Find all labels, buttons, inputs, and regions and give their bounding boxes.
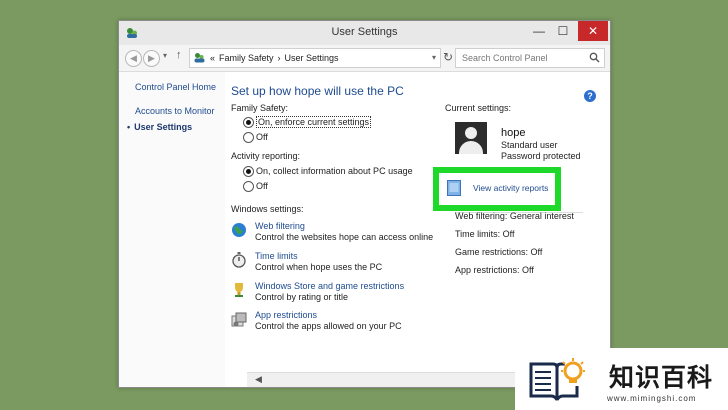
refresh-icon[interactable]: ↻ (443, 50, 453, 64)
up-arrow-icon[interactable]: ↑ (176, 49, 182, 61)
app-icon (231, 312, 247, 327)
watermark-logo: 知识百科 www.mimingshi.com (515, 348, 728, 410)
search-input[interactable]: Search Control Panel (462, 49, 548, 67)
activity-report-icon (447, 180, 461, 196)
activity-reporting-off-radio[interactable] (243, 181, 254, 192)
scroll-left-icon[interactable]: ◀ (255, 374, 262, 385)
family-safety-off-label[interactable]: Off (256, 132, 268, 142)
user-password-status: Password protected (501, 151, 581, 161)
address-bar[interactable]: «Family Safety › User Settings ▾ (189, 48, 441, 68)
nav-control-panel-home[interactable]: Control Panel Home (135, 82, 216, 92)
title-bar[interactable]: User Settings — ☐ ✕ (119, 21, 610, 46)
control-panel-icon (194, 53, 205, 63)
breadcrumb-separator[interactable]: › (278, 53, 281, 63)
windows-store-game-restrictions-desc: Control by rating or title (255, 292, 349, 302)
content-area: Control Panel Home Accounts to Monitor U… (119, 72, 610, 387)
family-safety-off-radio[interactable] (243, 132, 254, 143)
activity-reporting-on-label[interactable]: On, collect information about PC usage (256, 166, 413, 176)
help-icon[interactable]: ? (584, 90, 596, 102)
current-settings-label: Current settings: (445, 103, 512, 113)
game-restrictions-status: Game restrictions: Off (455, 247, 543, 257)
maximize-button[interactable]: ☐ (552, 21, 574, 41)
recent-pages-dropdown-icon[interactable]: ▾ (163, 51, 167, 60)
address-dropdown-icon[interactable]: ▾ (432, 49, 436, 67)
stopwatch-icon (232, 252, 246, 268)
breadcrumb-family-safety[interactable]: Family Safety (219, 53, 274, 63)
view-activity-reports-highlight: View activity reports (433, 167, 561, 211)
web-filtering-desc: Control the websites hope can access onl… (255, 232, 434, 242)
search-icon[interactable] (589, 52, 600, 63)
activity-reporting-label: Activity reporting: (231, 151, 301, 161)
time-limits-status: Time limits: Off (455, 229, 515, 239)
user-account-type: Standard user (501, 140, 558, 150)
trophy-icon (235, 283, 243, 297)
family-safety-on-radio[interactable] (243, 117, 254, 128)
family-safety-label: Family Safety: (231, 103, 289, 113)
time-limits-desc: Control when hope uses the PC (255, 262, 383, 272)
windows-settings-label: Windows settings: (231, 204, 304, 214)
activity-reporting-on-radio[interactable] (243, 166, 254, 177)
globe-icon (232, 223, 246, 237)
app-restrictions-desc: Control the apps allowed on your PC (255, 321, 402, 331)
web-filtering-status: Web filtering: General interest (455, 211, 574, 221)
time-limits-link[interactable]: Time limits (255, 251, 298, 261)
close-button[interactable]: ✕ (578, 21, 608, 41)
breadcrumb-prefix: « (210, 53, 216, 63)
app-restrictions-status: App restrictions: Off (455, 265, 534, 275)
user-avatar (455, 122, 487, 154)
app-restrictions-link[interactable]: App restrictions (255, 310, 317, 320)
web-filtering-link[interactable]: Web filtering (255, 221, 305, 231)
book-lightbulb-icon (529, 358, 585, 401)
page-heading: Set up how hope will use the PC (231, 84, 404, 98)
view-activity-reports-link[interactable]: View activity reports (473, 183, 548, 193)
watermark-url: www.mimingshi.com (607, 394, 697, 403)
search-box[interactable]: Search Control Panel (455, 48, 605, 68)
family-safety-on-label[interactable]: On, enforce current settings (256, 116, 372, 128)
watermark-name: 知识百科 (609, 364, 714, 392)
nav-user-settings[interactable]: User Settings (127, 122, 192, 132)
user-settings-window: User Settings — ☐ ✕ ◀ ▶ ▾ ↑ «Family Safe… (118, 20, 611, 388)
navigation-bar: ◀ ▶ ▾ ↑ «Family Safety › User Settings ▾ ↻… (119, 45, 610, 72)
breadcrumb-user-settings[interactable]: User Settings (285, 53, 339, 63)
user-name: hope (501, 127, 526, 139)
windows-store-game-restrictions-link[interactable]: Windows Store and game restrictions (255, 281, 404, 291)
back-button[interactable]: ◀ (125, 50, 142, 67)
activity-reporting-off-label[interactable]: Off (256, 181, 268, 191)
minimize-button[interactable]: — (528, 21, 550, 41)
nav-accounts-to-monitor[interactable]: Accounts to Monitor (135, 106, 215, 116)
left-navigation: Control Panel Home Accounts to Monitor U… (119, 72, 225, 387)
forward-button[interactable]: ▶ (143, 50, 160, 67)
